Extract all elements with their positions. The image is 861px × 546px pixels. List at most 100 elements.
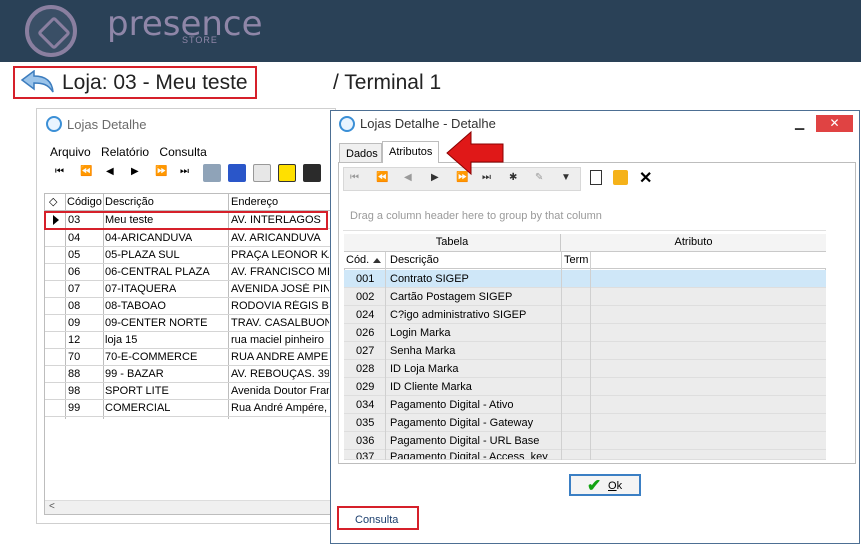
next-record-button[interactable]: ▶ (131, 166, 139, 177)
table-row[interactable]: 034 Pagamento Digital - Ativo (344, 396, 826, 414)
col-term[interactable]: Term (564, 254, 588, 266)
cell-descricao: 04-ARICANDUVA (105, 232, 193, 244)
cell-descricao: 08-TABOAO (105, 300, 166, 312)
nav-edit-button[interactable]: ✎ (535, 172, 543, 183)
table-row[interactable]: 99 COMERCIAL Rua André Ampére, (45, 400, 330, 417)
cell-cod: 036 (356, 435, 375, 447)
menu-arquivo[interactable]: Arquivo (50, 145, 91, 159)
table-row[interactable]: 024 C?igo administrativo SIGEP (344, 306, 826, 324)
cell-descricao: loja 15 (105, 334, 138, 346)
table-row[interactable]: 07 07-ITAQUERA AVENIDA JOSÉ PINH (45, 281, 330, 298)
nav-first-button[interactable]: ⏮ (350, 172, 359, 183)
back-arrow-icon[interactable] (20, 70, 54, 94)
goto-icon[interactable] (253, 164, 271, 182)
grid-book-icon: ◇ (49, 196, 58, 208)
new-document-icon[interactable] (590, 170, 602, 185)
table-row[interactable]: 05 05-PLAZA SUL PRAÇA LEONOR KAU (45, 247, 330, 264)
table-row[interactable]: 002 Cartão Postagem SIGEP (344, 288, 826, 306)
group-by-panel[interactable]: Drag a column header here to group by th… (343, 203, 826, 231)
cell-codigo: 88 (68, 368, 81, 380)
cell-cod: 002 (356, 291, 375, 303)
delete-icon[interactable]: ✕ (639, 168, 652, 188)
prev-page-button[interactable]: ⏪ (80, 166, 92, 177)
nav-next-button[interactable]: ▶ (431, 172, 439, 183)
band-atributo[interactable]: Atributo (561, 234, 826, 252)
cell-descricao: 07-ITAQUERA (105, 283, 177, 295)
table-row[interactable]: 12 loja 15 rua maciel pinheiro (45, 332, 330, 349)
table-row[interactable]: 037 Pagamento Digital - Access_key (344, 450, 826, 460)
cell-descricao: Pagamento Digital - URL Base (390, 435, 540, 447)
cell-cod: 028 (356, 363, 375, 375)
filter-icon[interactable] (278, 164, 296, 182)
next-page-button[interactable]: ⏩ (155, 166, 167, 177)
cell-descricao: 09-CENTER NORTE (105, 317, 208, 329)
checkmark-icon: ✔ (587, 476, 602, 495)
table-row[interactable]: 026 Login Marka (344, 324, 826, 342)
cell-descricao: Senha Marka (390, 345, 456, 357)
cell-descricao: 06-CENTRAL PLAZA (105, 266, 210, 278)
dialog-title: Lojas Detalhe - Detalhe (360, 116, 496, 131)
brand-logo-icon (25, 5, 77, 57)
last-record-button[interactable]: ⏭ (180, 166, 189, 177)
table-row[interactable]: 027 Senha Marka (344, 342, 826, 360)
consulta-tab[interactable]: Consulta (337, 506, 419, 530)
cell-endereco: AV. ARICANDUVA (231, 232, 321, 244)
ok-button[interactable] (569, 474, 641, 496)
cell-codigo: 70 (68, 351, 81, 363)
horizontal-scrollbar[interactable]: < (45, 500, 330, 514)
print-icon[interactable] (203, 164, 221, 182)
table-row[interactable]: 08 08-TABOAO RODOVIA RÉGIS BIT (45, 298, 330, 315)
export-icon[interactable] (303, 164, 321, 182)
cell-codigo: 09 (68, 317, 81, 329)
table-row[interactable]: 04 04-ARICANDUVA AV. ARICANDUVA (45, 230, 330, 247)
table-row[interactable]: 029 ID Cliente Marka (344, 378, 826, 396)
cell-descricao: ID Cliente Marka (390, 381, 472, 393)
cell-cod: 029 (356, 381, 375, 393)
band-tabela[interactable]: Tabela (344, 234, 561, 252)
minimize-button[interactable]: ▁ (795, 116, 804, 130)
table-row[interactable]: 06 06-CENTRAL PLAZA AV. FRANCISCO MES (45, 264, 330, 281)
cell-cod: 001 (356, 273, 375, 285)
nav-prev-button[interactable]: ◀ (404, 172, 412, 183)
cell-descricao: Login Marka (390, 327, 451, 339)
nav-insert-button[interactable]: ✱ (509, 172, 517, 183)
col-descricao-attr[interactable]: Descrição (390, 254, 439, 266)
table-row[interactable]: 09 09-CENTER NORTE TRAV. CASALBUONO (45, 315, 330, 332)
edit-record-icon[interactable] (613, 170, 628, 185)
table-row[interactable]: 028 ID Loja Marka (344, 360, 826, 378)
book-icon[interactable] (228, 164, 246, 182)
table-row[interactable]: 035 Pagamento Digital - Gateway (344, 414, 826, 432)
nav-prev-page-button[interactable]: ⏪ (376, 172, 388, 183)
table-row[interactable]: 88 99 - BAZAR AV. REBOUÇAS. 397 (45, 366, 330, 383)
red-arrow-icon (446, 130, 504, 176)
tab-dados[interactable]: Dados (339, 143, 382, 163)
tab-atributos[interactable]: Atributos (382, 141, 439, 163)
col-divider (385, 252, 386, 460)
col-codigo[interactable]: Código (67, 196, 102, 208)
band-header: Tabela Atributo (344, 234, 826, 252)
first-record-button[interactable]: ⏮ (55, 166, 64, 177)
dialog-app-icon (339, 116, 355, 132)
window-app-icon (46, 116, 62, 132)
cell-cod: 027 (356, 345, 375, 357)
col-descricao[interactable]: Descrição (105, 196, 154, 208)
window-title: Lojas Detalhe (67, 117, 147, 132)
cell-descricao: 70-E-COMMERCE (105, 351, 198, 363)
table-row[interactable]: 70 70-E-COMMERCE RUA ANDRE AMPERE (45, 349, 330, 366)
prev-record-button[interactable]: ◀ (106, 166, 114, 177)
terminal-label: / Terminal 1 (333, 71, 442, 94)
cell-codigo: 08 (68, 300, 81, 312)
table-row[interactable]: 98 SPORT LITE Avenida Doutor Fran (45, 383, 330, 400)
col-cod[interactable]: Cód. (346, 254, 369, 266)
menu-consulta[interactable]: Consulta (159, 145, 206, 159)
table-row[interactable]: 001 Contrato SIGEP (344, 270, 826, 288)
col-endereco[interactable]: Endereço (231, 196, 278, 208)
menu-relatorio[interactable]: Relatório (101, 145, 149, 159)
cell-descricao: SPORT LITE (105, 385, 169, 397)
table-row[interactable]: 036 Pagamento Digital - URL Base (344, 432, 826, 450)
cell-cod: 026 (356, 327, 375, 339)
scroll-left-icon[interactable]: < (49, 501, 55, 512)
close-button[interactable]: ✕ (816, 115, 853, 132)
cell-descricao: C?igo administrativo SIGEP (390, 309, 527, 321)
nav-filter-button[interactable]: ▼ (561, 172, 571, 183)
